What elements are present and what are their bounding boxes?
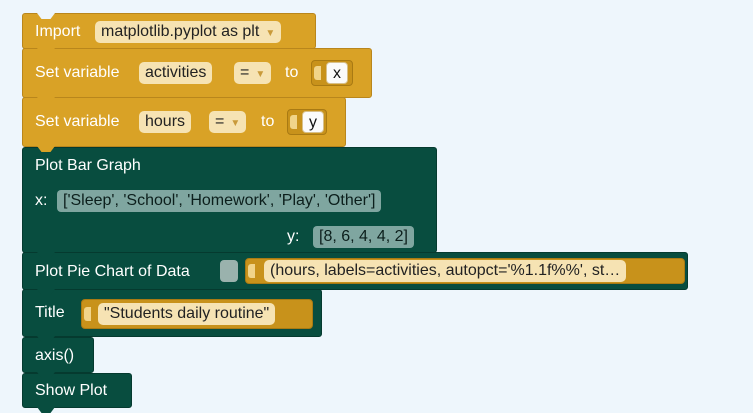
x-values-input[interactable]: ['Sleep', 'School', 'Homework', 'Play', …	[57, 190, 382, 212]
empty-input-slot[interactable]	[220, 260, 238, 282]
axis-block[interactable]: axis()	[22, 337, 94, 373]
to-label: to	[285, 64, 299, 81]
input-plug-icon	[290, 115, 297, 129]
input-plug-icon	[84, 307, 91, 321]
operator-dropdown[interactable]: = ▼	[209, 111, 247, 133]
show-plot-block[interactable]: Show Plot	[22, 373, 132, 408]
plot-bar-graph-label: Plot Bar Graph	[35, 157, 141, 174]
axis-label: axis()	[35, 347, 75, 364]
import-label: Import	[35, 23, 81, 40]
set-variable-label: Set variable	[35, 113, 120, 130]
activities-value-x[interactable]: x	[326, 62, 348, 84]
x-arg-label: x:	[35, 192, 48, 209]
operator-value: =	[240, 64, 250, 81]
import-block[interactable]: Import matplotlib.pyplot as plt ▼	[22, 13, 316, 49]
plot-pie-chart-label: Plot Pie Chart of Data	[35, 263, 190, 280]
import-module-dropdown[interactable]: matplotlib.pyplot as plt ▼	[95, 21, 282, 43]
plot-pie-chart-block[interactable]: Plot Pie Chart of Data (hours, labels=ac…	[22, 252, 688, 290]
y-values-input[interactable]: [8, 6, 4, 4, 2]	[313, 226, 414, 248]
activities-variable-field[interactable]: activities	[139, 62, 213, 84]
value-socket: x	[311, 60, 353, 86]
set-activities-block[interactable]: Set variable activities = ▼ to x	[22, 48, 372, 98]
set-variable-label: Set variable	[35, 64, 120, 81]
dropdown-arrow-icon: ▼	[230, 118, 241, 129]
title-socket: "Students daily routine"	[81, 299, 313, 329]
title-label: Title	[35, 304, 65, 321]
to-label: to	[261, 113, 275, 130]
dropdown-arrow-icon: ▼	[255, 69, 266, 80]
dropdown-arrow-icon: ▼	[265, 28, 276, 39]
hours-value-y[interactable]: y	[302, 111, 324, 133]
input-plug-icon	[314, 66, 321, 80]
title-block[interactable]: Title "Students daily routine"	[22, 289, 322, 337]
args-socket: (hours, labels=activities, autopct='%1.1…	[245, 258, 685, 284]
operator-value: =	[215, 113, 225, 130]
hours-variable-field[interactable]: hours	[139, 111, 192, 133]
show-plot-label: Show Plot	[35, 382, 108, 399]
import-module-value: matplotlib.pyplot as plt	[101, 23, 260, 40]
value-socket: y	[287, 109, 327, 135]
pie-args-input[interactable]: (hours, labels=activities, autopct='%1.1…	[264, 260, 627, 282]
y-arg-label: y:	[287, 228, 300, 245]
plot-bar-graph-block[interactable]: Plot Bar Graph x: ['Sleep', 'School', 'H…	[22, 147, 437, 253]
input-plug-icon	[248, 264, 255, 278]
set-hours-block[interactable]: Set variable hours = ▼ to y	[22, 97, 346, 147]
title-value-input[interactable]: "Students daily routine"	[98, 303, 276, 325]
operator-dropdown[interactable]: = ▼	[234, 62, 272, 84]
